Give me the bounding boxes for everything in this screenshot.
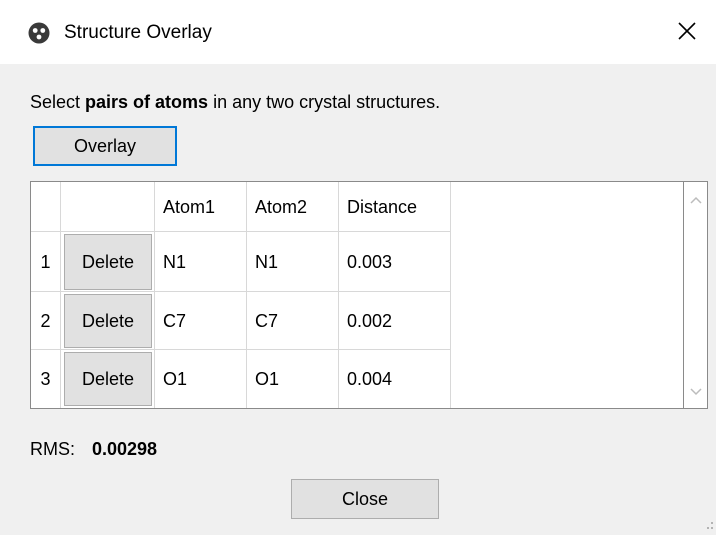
row-number: 3 (31, 350, 61, 408)
scroll-up-arrow-icon[interactable] (690, 196, 702, 204)
close-button[interactable]: Close (291, 479, 439, 519)
title-bar: Structure Overlay (0, 0, 716, 64)
structure-overlay-dialog: Structure Overlay Select pairs of atoms … (0, 0, 716, 535)
resize-grip-icon[interactable] (706, 520, 714, 532)
header-atom1: Atom1 (155, 182, 247, 232)
delete-row-button[interactable]: Delete (64, 234, 152, 290)
instruction-bold: pairs of atoms (85, 92, 209, 112)
instruction-text: Select pairs of atoms in any two crystal… (30, 90, 440, 114)
structure-app-icon (28, 22, 50, 44)
instruction-suffix: in any two crystal structures. (208, 92, 441, 112)
row-number: 2 (31, 292, 61, 350)
atom-pairs-table: Atom1 Atom2 Distance 1 Delete N1 N1 0.00… (30, 181, 684, 409)
atom1-cell[interactable]: C7 (155, 292, 247, 350)
header-distance: Distance (339, 182, 451, 232)
distance-cell[interactable]: 0.003 (339, 232, 451, 292)
header-rownum-cell (31, 182, 61, 232)
header-delete-cell (61, 182, 155, 232)
atom2-cell[interactable]: C7 (247, 292, 339, 350)
distance-cell[interactable]: 0.004 (339, 350, 451, 408)
rms-label: RMS: (30, 439, 75, 459)
header-atom2: Atom2 (247, 182, 339, 232)
atom1-cell[interactable]: O1 (155, 350, 247, 408)
window-title: Structure Overlay (64, 22, 212, 43)
instruction-prefix: Select (30, 92, 86, 112)
rms-value: 0.00298 (92, 439, 158, 459)
close-icon[interactable] (674, 18, 700, 44)
overlay-button[interactable]: Overlay (33, 126, 177, 166)
atom2-cell[interactable]: O1 (247, 350, 339, 408)
delete-row-button[interactable]: Delete (64, 352, 152, 406)
table-vertical-scrollbar[interactable] (684, 181, 708, 409)
row-number: 1 (31, 232, 61, 292)
atom1-cell[interactable]: N1 (155, 232, 247, 292)
distance-cell[interactable]: 0.002 (339, 292, 451, 350)
scroll-down-arrow-icon[interactable] (690, 388, 702, 396)
atom2-cell[interactable]: N1 (247, 232, 339, 292)
delete-row-button[interactable]: Delete (64, 294, 152, 348)
